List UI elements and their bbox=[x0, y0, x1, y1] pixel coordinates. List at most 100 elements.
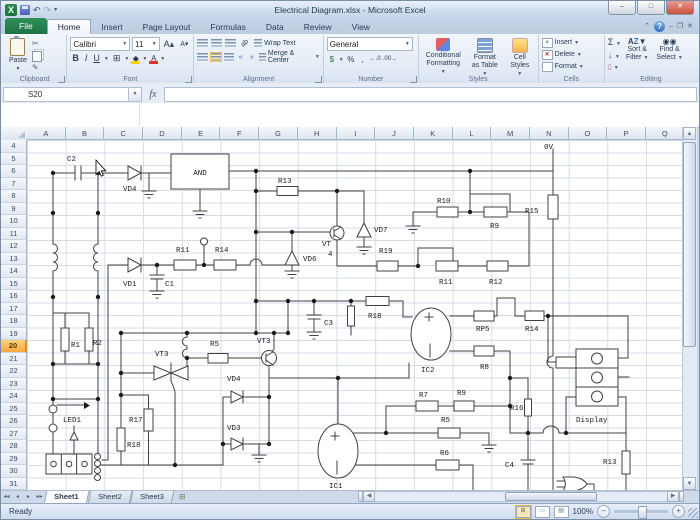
page-layout-view-icon[interactable]: ▭ bbox=[535, 506, 550, 518]
normal-view-icon[interactable]: ⊞ bbox=[516, 506, 531, 518]
fill-icon[interactable]: ↓ ▼ bbox=[608, 50, 621, 62]
underline-dropdown-icon[interactable]: ▼ bbox=[104, 56, 109, 62]
fx-icon[interactable]: fx bbox=[142, 89, 164, 100]
alignment-dialog-launcher[interactable] bbox=[315, 76, 322, 83]
font-color-dropdown-icon[interactable]: ▼ bbox=[160, 56, 165, 62]
format-cells-button[interactable]: Format▼ bbox=[542, 61, 601, 72]
clipboard-dialog-launcher[interactable] bbox=[58, 76, 65, 83]
align-top-icon[interactable] bbox=[197, 39, 208, 47]
cell-styles-button[interactable]: CellStyles ▼ bbox=[505, 37, 535, 79]
qat-dropdown-icon[interactable]: ▾ bbox=[54, 5, 57, 15]
accounting-dropdown-icon[interactable]: ▼ bbox=[339, 57, 344, 63]
formula-input[interactable] bbox=[164, 87, 697, 102]
font-color-icon[interactable]: A bbox=[149, 54, 158, 64]
excel-app-icon[interactable]: X bbox=[5, 4, 17, 16]
resize-grip[interactable] bbox=[688, 508, 698, 518]
increase-decimal-icon[interactable]: ←.0 bbox=[370, 54, 381, 65]
increase-indent-icon[interactable]: » bbox=[248, 52, 256, 63]
align-bottom-icon[interactable] bbox=[225, 39, 236, 47]
font-name-combo[interactable]: Calibri▼ bbox=[70, 37, 130, 51]
page-break-view-icon[interactable]: ▤ bbox=[554, 506, 569, 518]
decrease-indent-icon[interactable]: « bbox=[237, 52, 245, 63]
copy-icon[interactable] bbox=[32, 51, 42, 62]
vertical-scrollbar[interactable]: ▲ ▼ bbox=[682, 127, 697, 490]
clipboard-group: Paste▼ ✂ ✎ Clipboard bbox=[3, 35, 67, 84]
scroll-left-icon[interactable]: ◀ bbox=[363, 491, 375, 502]
paste-button[interactable]: Paste▼ bbox=[6, 37, 30, 74]
vertical-scroll-thumb[interactable] bbox=[683, 142, 696, 347]
minimize-button[interactable]: – bbox=[608, 1, 636, 15]
scroll-right-icon[interactable]: ▶ bbox=[667, 491, 679, 502]
scroll-down-icon[interactable]: ▼ bbox=[683, 477, 696, 490]
ribbon-tab-home[interactable]: Home bbox=[47, 19, 92, 34]
borders-icon[interactable]: ⊞ bbox=[111, 53, 123, 64]
delete-cells-button[interactable]: ✕Delete▼ bbox=[542, 49, 601, 60]
name-box-dropdown-icon[interactable]: ▼ bbox=[129, 87, 142, 102]
font-size-combo[interactable]: 11▼ bbox=[132, 37, 160, 51]
comma-style-icon[interactable]: , bbox=[358, 54, 368, 65]
ribbon-tab-page-layout[interactable]: Page Layout bbox=[133, 20, 201, 34]
borders-dropdown-icon[interactable]: ▼ bbox=[124, 56, 129, 62]
component-label-rp5: RP5 bbox=[476, 326, 490, 334]
sort-filter-button[interactable]: AZ▼ Sort &Filter ▼ bbox=[623, 37, 651, 73]
ribbon-tab-review[interactable]: Review bbox=[294, 20, 342, 34]
help-icon[interactable]: ? bbox=[654, 21, 665, 32]
component-label-r1: R1 bbox=[71, 342, 81, 350]
fill-color-dropdown-icon[interactable]: ▼ bbox=[142, 56, 147, 62]
formula-bar-extension bbox=[1, 103, 699, 128]
workbook-close-icon[interactable]: ✕ bbox=[687, 22, 693, 31]
ribbon-tab-data[interactable]: Data bbox=[256, 20, 294, 34]
horizontal-scroll-thumb[interactable] bbox=[505, 492, 597, 501]
align-middle-icon[interactable] bbox=[211, 39, 222, 47]
align-right-icon[interactable] bbox=[224, 53, 234, 61]
merge-center-button[interactable]: Merge & Center▼ bbox=[259, 51, 320, 63]
number-dialog-launcher[interactable] bbox=[410, 76, 417, 83]
maximize-button[interactable]: □ bbox=[637, 1, 665, 15]
number-format-combo[interactable]: General▼ bbox=[327, 37, 413, 51]
ribbon-tab-file[interactable]: File bbox=[5, 18, 47, 34]
ribbon-collapse-icon[interactable]: ⌃ bbox=[644, 22, 650, 31]
cut-icon[interactable]: ✂ bbox=[32, 39, 42, 48]
decrease-decimal-icon[interactable]: .00→ bbox=[383, 54, 397, 65]
find-select-button[interactable]: ◉◉ Find &Select ▼ bbox=[653, 37, 685, 73]
h-splitter-right[interactable] bbox=[679, 491, 684, 502]
title-bar[interactable]: X ↶ ↷ ▾ Electrical Diagram.xlsx - Micros… bbox=[1, 1, 699, 19]
orientation-icon[interactable]: ab bbox=[237, 35, 253, 51]
redo-icon[interactable]: ↷ bbox=[44, 5, 52, 15]
fill-color-icon[interactable]: ◆ bbox=[131, 54, 140, 64]
underline-button[interactable]: U bbox=[91, 53, 102, 64]
workbook-restore-icon[interactable]: ❐ bbox=[677, 22, 683, 31]
shrink-font-icon[interactable]: A▾ bbox=[178, 39, 190, 50]
accounting-format-icon[interactable]: $ bbox=[327, 54, 337, 65]
ribbon-tab-insert[interactable]: Insert bbox=[91, 20, 132, 34]
bold-button[interactable]: B bbox=[70, 53, 81, 64]
format-painter-icon[interactable]: ✎ bbox=[32, 63, 42, 72]
align-left-icon[interactable] bbox=[197, 53, 207, 61]
zoom-slider-thumb[interactable] bbox=[638, 506, 647, 519]
save-icon[interactable] bbox=[20, 5, 30, 15]
zoom-out-icon[interactable]: – bbox=[597, 505, 610, 518]
format-as-table-button[interactable]: Formatas Table ▼ bbox=[467, 37, 503, 79]
grow-font-icon[interactable]: A▴ bbox=[162, 39, 177, 50]
zoom-in-icon[interactable]: + bbox=[672, 505, 685, 518]
font-dialog-launcher[interactable] bbox=[185, 76, 192, 83]
undo-icon[interactable]: ↶ bbox=[33, 5, 41, 15]
scroll-up-icon[interactable]: ▲ bbox=[683, 127, 696, 140]
percent-style-icon[interactable]: % bbox=[346, 54, 356, 65]
insert-cells-button[interactable]: +Insert▼ bbox=[542, 37, 601, 48]
close-button[interactable]: ✕ bbox=[666, 1, 694, 15]
zoom-level[interactable]: 100% bbox=[573, 507, 593, 516]
ribbon-tab-view[interactable]: View bbox=[342, 20, 380, 34]
conditional-formatting-button[interactable]: ConditionalFormatting ▼ bbox=[422, 37, 465, 79]
wrap-text-button[interactable]: Wrap Text bbox=[254, 37, 295, 49]
workbook-minimize-icon[interactable]: – bbox=[669, 22, 673, 31]
name-box[interactable]: S20 bbox=[3, 87, 129, 102]
clear-icon[interactable]: ▯ ▼ bbox=[608, 63, 621, 73]
horizontal-scrollbar[interactable]: ◀ ▶ bbox=[358, 491, 684, 502]
worksheet-grid[interactable]: ABCDEFGHIJKLMNOPQ 4567891011121314151617… bbox=[1, 127, 685, 490]
italic-button[interactable]: I bbox=[83, 53, 90, 64]
ribbon-tab-formulas[interactable]: Formulas bbox=[200, 20, 255, 34]
align-center-icon[interactable] bbox=[211, 53, 221, 61]
autosum-icon[interactable]: Σ ▼ bbox=[608, 37, 621, 49]
zoom-slider[interactable] bbox=[614, 510, 668, 513]
